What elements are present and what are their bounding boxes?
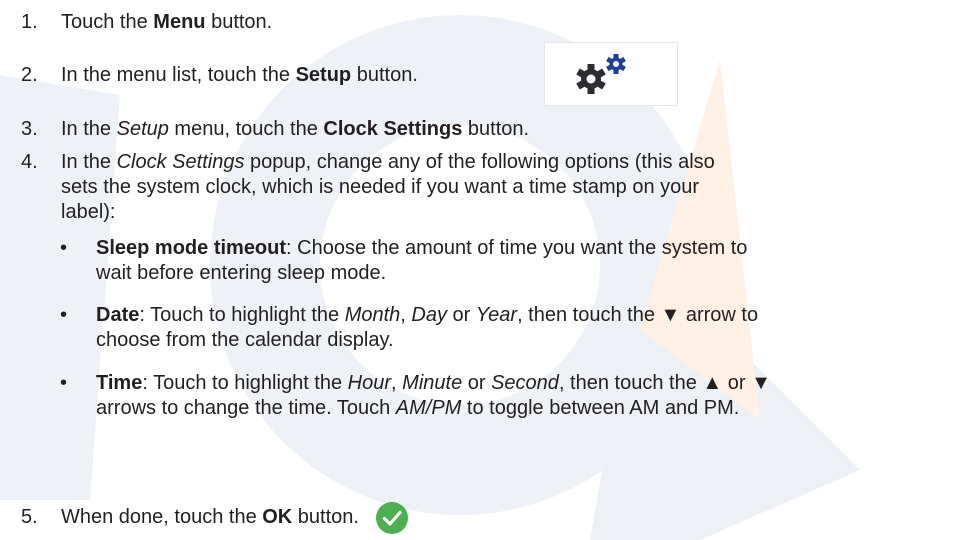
- setup-term: Setup: [295, 64, 352, 86]
- step-number: 5.: [21, 506, 38, 528]
- step-number: 4.: [21, 151, 38, 173]
- step-number: 3.: [21, 118, 38, 140]
- bullet-dot: •: [60, 372, 68, 394]
- setup-menu-term: Setup: [116, 118, 169, 140]
- sleep-mode-term: Sleep mode timeout: [96, 237, 287, 259]
- gear-icon: [576, 54, 626, 94]
- step-number: 1.: [21, 11, 38, 33]
- setup-button-image: [544, 42, 678, 106]
- clock-settings-popup-term: Clock Settings: [116, 151, 245, 173]
- bullet-dot: •: [60, 304, 68, 326]
- date-term: Date: [96, 304, 140, 326]
- instructions: 1. Touch the Menu button. 2. In the menu…: [0, 0, 972, 540]
- time-term: Time: [96, 372, 143, 394]
- step-number: 2.: [21, 64, 38, 86]
- ok-term: OK: [262, 506, 293, 528]
- bullet-dot: •: [60, 237, 68, 259]
- clock-settings-term: Clock Settings: [323, 118, 463, 140]
- check-circle-icon: [376, 502, 408, 534]
- menu-term: Menu: [153, 11, 206, 33]
